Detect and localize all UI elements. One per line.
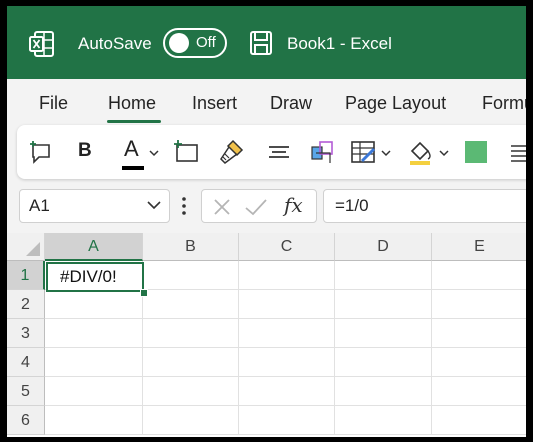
row-header-4[interactable]: 4	[7, 348, 45, 377]
select-all-button[interactable]	[7, 233, 45, 261]
cell-d3[interactable]	[335, 319, 432, 348]
more-options-icon[interactable]	[181, 196, 187, 216]
row-header-2[interactable]: 2	[7, 290, 45, 319]
format-table-icon[interactable]	[350, 139, 378, 165]
cell-b2[interactable]	[143, 290, 239, 319]
3d-model-icon[interactable]	[310, 139, 336, 165]
cell-d4[interactable]	[335, 348, 432, 377]
cell-d6[interactable]	[335, 406, 432, 435]
format-painter-icon[interactable]	[217, 139, 245, 165]
name-box-value: A1	[29, 196, 50, 215]
cell-e3[interactable]	[432, 319, 526, 348]
cell-a4[interactable]	[45, 348, 143, 377]
cancel-icon[interactable]	[212, 197, 232, 217]
chevron-down-icon[interactable]	[439, 149, 449, 157]
tab-file[interactable]: File	[39, 93, 68, 114]
column-header-b[interactable]: B	[143, 233, 239, 261]
chevron-down-icon[interactable]	[147, 200, 161, 210]
column-header-d[interactable]: D	[335, 233, 432, 261]
cell-d2[interactable]	[335, 290, 432, 319]
cell-b3[interactable]	[143, 319, 239, 348]
row-header-5[interactable]: 5	[7, 377, 45, 406]
cell-b1[interactable]	[143, 261, 239, 290]
ribbon-toolbar: B A	[17, 125, 526, 179]
cell-b5[interactable]	[143, 377, 239, 406]
formula-actions: fx	[201, 189, 317, 223]
cell-b4[interactable]	[143, 348, 239, 377]
font-color-icon[interactable]: A	[122, 136, 150, 170]
bold-icon[interactable]: B	[78, 140, 92, 166]
cell-c2[interactable]	[239, 290, 335, 319]
cell-a6[interactable]	[45, 406, 143, 435]
active-cell-a1[interactable]: #DIV/0!	[46, 262, 144, 292]
name-box[interactable]: A1	[19, 189, 170, 223]
cell-d1[interactable]	[335, 261, 432, 290]
cell-c3[interactable]	[239, 319, 335, 348]
cell-a3[interactable]	[45, 319, 143, 348]
toggle-knob	[169, 33, 189, 53]
font-color-bar	[122, 166, 144, 170]
worksheet-grid: A B C D E 1 2 3 4 5 6 #DIV/0!	[7, 233, 526, 437]
tab-formulas[interactable]: Formulas	[482, 93, 526, 114]
cell-c1[interactable]	[239, 261, 335, 290]
excel-logo-icon[interactable]	[29, 30, 55, 58]
cell-e5[interactable]	[432, 377, 526, 406]
cell-d5[interactable]	[335, 377, 432, 406]
cell-c6[interactable]	[239, 406, 335, 435]
fill-color-icon[interactable]	[407, 139, 435, 165]
cell-a5[interactable]	[45, 377, 143, 406]
tab-page-layout[interactable]: Page Layout	[345, 93, 446, 114]
toggle-state-label: Off	[196, 34, 216, 51]
insert-function-icon[interactable]: fx	[284, 193, 303, 217]
cell-c4[interactable]	[239, 348, 335, 377]
row-header-6[interactable]: 6	[7, 406, 45, 435]
new-comment-icon[interactable]	[29, 139, 53, 165]
select-all-triangle	[26, 242, 40, 256]
row-header-1[interactable]: 1	[7, 261, 45, 290]
tab-draw[interactable]: Draw	[270, 93, 312, 114]
excel-window: AutoSave Off Book1 - Excel File Home Ins…	[7, 6, 526, 437]
align-justify-icon[interactable]	[509, 139, 526, 165]
tab-insert[interactable]: Insert	[192, 93, 237, 114]
color-swatch-icon[interactable]	[465, 141, 487, 163]
autosave-toggle[interactable]: Off	[163, 28, 227, 58]
autosave-label: AutoSave	[78, 34, 152, 53]
column-header-c[interactable]: C	[239, 233, 335, 261]
cell-c5[interactable]	[239, 377, 335, 406]
tab-home[interactable]: Home	[108, 93, 156, 114]
active-tab-indicator	[107, 120, 161, 123]
chevron-down-icon[interactable]	[149, 149, 159, 157]
formula-value: =1/0	[335, 196, 369, 215]
cell-e4[interactable]	[432, 348, 526, 377]
cell-a2[interactable]	[45, 290, 143, 319]
cell-e1[interactable]	[432, 261, 526, 290]
insert-comment-icon[interactable]	[173, 139, 201, 165]
save-icon[interactable]	[249, 30, 273, 56]
formula-input[interactable]: =1/0	[323, 189, 526, 223]
font-color-letter: A	[124, 136, 139, 161]
title-bar: AutoSave Off Book1 - Excel	[7, 6, 526, 79]
row-header-3[interactable]: 3	[7, 319, 45, 348]
column-header-a[interactable]: A	[45, 233, 143, 261]
cell-b6[interactable]	[143, 406, 239, 435]
cell-e6[interactable]	[432, 406, 526, 435]
enter-check-icon[interactable]	[244, 197, 268, 217]
fill-handle[interactable]	[140, 289, 148, 297]
align-center-icon[interactable]	[267, 139, 291, 165]
document-title: Book1 - Excel	[287, 34, 392, 53]
chevron-down-icon[interactable]	[381, 149, 391, 157]
column-header-e[interactable]: E	[432, 233, 526, 261]
menu-tabs: File Home Insert Draw Page Layout Formul…	[7, 79, 526, 124]
cell-e2[interactable]	[432, 290, 526, 319]
